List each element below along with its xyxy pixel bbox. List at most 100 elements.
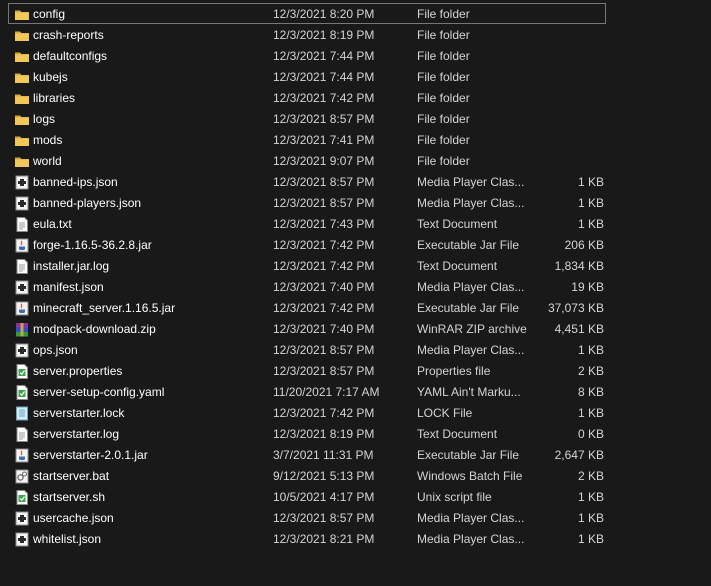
file-date: 12/3/2021 7:42 PM bbox=[273, 406, 375, 420]
zip-archive-icon bbox=[15, 322, 29, 337]
file-row-whitelist[interactable]: whitelist.json 12/3/2021 8:21 PM Media Pla… bbox=[8, 528, 606, 549]
media-file-icon bbox=[15, 343, 29, 358]
file-type: WinRAR ZIP archive bbox=[417, 322, 527, 336]
file-row-config[interactable]: config 12/3/2021 8:20 PM File folder bbox=[8, 3, 606, 24]
file-type: Text Document bbox=[417, 217, 498, 231]
file-name: config bbox=[33, 7, 66, 21]
file-type: Media Player Clas... bbox=[417, 175, 525, 189]
file-date: 11/20/2021 7:17 AM bbox=[273, 385, 380, 399]
file-size: 1 KB bbox=[577, 196, 604, 210]
file-size: 1 KB bbox=[577, 175, 604, 189]
file-type: Media Player Clas... bbox=[417, 532, 525, 546]
file-row-startserver-sh[interactable]: startserver.sh 10/5/2021 4:17 PM Unix scri… bbox=[8, 486, 606, 507]
file-size: 1 KB bbox=[577, 511, 604, 525]
file-row-libraries[interactable]: libraries 12/3/2021 7:42 PM File folder bbox=[8, 87, 606, 108]
file-date: 12/3/2021 7:42 PM bbox=[273, 301, 375, 315]
file-row-startserver-bat[interactable]: startserver.bat 9/12/2021 5:13 PM Windows … bbox=[8, 465, 606, 486]
file-size: 1 KB bbox=[577, 490, 604, 504]
file-date: 12/3/2021 8:21 PM bbox=[273, 532, 375, 546]
file-name: installer.jar.log bbox=[33, 259, 110, 273]
file-name: manifest.json bbox=[33, 280, 104, 294]
file-name: startserver.sh bbox=[33, 490, 106, 504]
folder-icon bbox=[15, 70, 29, 85]
file-date: 9/12/2021 5:13 PM bbox=[273, 469, 375, 483]
file-size: 1 KB bbox=[577, 217, 604, 231]
file-size: 2 KB bbox=[577, 469, 604, 483]
file-date: 12/3/2021 7:42 PM bbox=[273, 259, 375, 273]
file-type: Properties file bbox=[417, 364, 491, 378]
file-row-logs[interactable]: logs 12/3/2021 8:57 PM File folder bbox=[8, 108, 606, 129]
file-date: 12/3/2021 7:40 PM bbox=[273, 322, 375, 336]
file-type: Media Player Clas... bbox=[417, 511, 525, 525]
file-type: File folder bbox=[417, 133, 470, 147]
file-row-manifest[interactable]: manifest.json 12/3/2021 7:40 PM Media Play… bbox=[8, 276, 606, 297]
file-name: crash-reports bbox=[33, 28, 104, 42]
file-row-server-setup-config[interactable]: server-setup-config.yaml 11/20/2021 7:17 … bbox=[8, 381, 606, 402]
file-size: 4,451 KB bbox=[554, 322, 604, 336]
file-name: minecraft_server.1.16.5.jar bbox=[33, 301, 176, 315]
file-date: 10/5/2021 4:17 PM bbox=[273, 490, 375, 504]
media-file-icon bbox=[15, 175, 29, 190]
file-name: defaultconfigs bbox=[33, 49, 108, 63]
file-row-serverstarter-jar[interactable]: serverstarter-2.0.1.jar 3/7/2021 11:31 PM… bbox=[8, 444, 606, 465]
file-date: 12/3/2021 8:20 PM bbox=[273, 7, 375, 21]
file-row-minecraft-server-jar[interactable]: minecraft_server.1.16.5.jar 12/3/2021 7:4… bbox=[8, 297, 606, 318]
file-row-server-properties[interactable]: server.properties 12/3/2021 8:57 PM Proper… bbox=[8, 360, 606, 381]
media-file-icon bbox=[15, 511, 29, 526]
file-date: 12/3/2021 8:19 PM bbox=[273, 28, 375, 42]
file-type: Windows Batch File bbox=[417, 469, 523, 483]
file-type: Text Document bbox=[417, 259, 498, 273]
file-row-defaultconfigs[interactable]: defaultconfigs 12/3/2021 7:44 PM File fold… bbox=[8, 45, 606, 66]
file-date: 12/3/2021 7:42 PM bbox=[273, 238, 375, 252]
properties-file-icon bbox=[15, 385, 29, 400]
jar-file-icon bbox=[15, 238, 29, 253]
file-date: 12/3/2021 7:43 PM bbox=[273, 217, 375, 231]
file-size: 2 KB bbox=[577, 364, 604, 378]
file-row-serverstarter-log[interactable]: serverstarter.log 12/3/2021 8:19 PM Text D… bbox=[8, 423, 606, 444]
file-type: Media Player Clas... bbox=[417, 196, 525, 210]
file-size: 19 KB bbox=[571, 280, 604, 294]
folder-icon bbox=[15, 133, 29, 148]
file-name: mods bbox=[33, 133, 63, 147]
text-file-icon bbox=[15, 217, 29, 232]
batch-file-icon bbox=[15, 469, 29, 484]
jar-file-icon bbox=[15, 301, 29, 316]
file-size: 1 KB bbox=[577, 343, 604, 357]
file-row-banned-players[interactable]: banned-players.json 12/3/2021 8:57 PM Medi… bbox=[8, 192, 606, 213]
text-file-icon bbox=[15, 259, 29, 274]
file-date: 12/3/2021 8:57 PM bbox=[273, 364, 375, 378]
file-row-kubejs[interactable]: kubejs 12/3/2021 7:44 PM File folder bbox=[8, 66, 606, 87]
file-type: Executable Jar File bbox=[417, 238, 520, 252]
file-date: 12/3/2021 7:41 PM bbox=[273, 133, 375, 147]
file-row-ops[interactable]: ops.json 12/3/2021 8:57 PM Media Player Cl… bbox=[8, 339, 606, 360]
file-type: File folder bbox=[417, 49, 470, 63]
file-row-mods[interactable]: mods 12/3/2021 7:41 PM File folder bbox=[8, 129, 606, 150]
file-name: serverstarter.lock bbox=[33, 406, 125, 420]
file-row-eula[interactable]: eula.txt 12/3/2021 7:43 PM Text Document 1 … bbox=[8, 213, 606, 234]
folder-icon bbox=[15, 49, 29, 64]
file-size: 37,073 KB bbox=[547, 301, 604, 315]
file-row-usercache[interactable]: usercache.json 12/3/2021 8:57 PM Media Pla… bbox=[8, 507, 606, 528]
file-list: config 12/3/2021 8:20 PM File folder crash… bbox=[8, 3, 606, 549]
file-date: 12/3/2021 8:57 PM bbox=[273, 175, 375, 189]
file-type: Text Document bbox=[417, 427, 498, 441]
file-row-installer-log[interactable]: installer.jar.log 12/3/2021 7:42 PM Text D… bbox=[8, 255, 606, 276]
lock-file-icon bbox=[15, 406, 29, 421]
file-name: libraries bbox=[33, 91, 76, 105]
file-type: Media Player Clas... bbox=[417, 280, 525, 294]
file-name: startserver.bat bbox=[33, 469, 110, 483]
file-row-banned-ips[interactable]: banned-ips.json 12/3/2021 8:57 PM Media Pl… bbox=[8, 171, 606, 192]
file-row-forge-jar[interactable]: forge-1.16.5-36.2.8.jar 12/3/2021 7:42 PM… bbox=[8, 234, 606, 255]
file-name: modpack-download.zip bbox=[33, 322, 156, 336]
file-row-modpack-zip[interactable]: modpack-download.zip 12/3/2021 7:40 PM Win… bbox=[8, 318, 606, 339]
file-date: 12/3/2021 8:57 PM bbox=[273, 343, 375, 357]
file-row-serverstarter-lock[interactable]: serverstarter.lock 12/3/2021 7:42 PM LOCK … bbox=[8, 402, 606, 423]
file-row-crash-reports[interactable]: crash-reports 12/3/2021 8:19 PM File folde… bbox=[8, 24, 606, 45]
file-type: Executable Jar File bbox=[417, 301, 520, 315]
file-size: 1,834 KB bbox=[554, 259, 604, 273]
file-row-world[interactable]: world 12/3/2021 9:07 PM File folder bbox=[8, 150, 606, 171]
file-name: forge-1.16.5-36.2.8.jar bbox=[33, 238, 152, 252]
file-type: File folder bbox=[417, 112, 470, 126]
media-file-icon bbox=[15, 532, 29, 547]
folder-icon bbox=[15, 28, 29, 43]
